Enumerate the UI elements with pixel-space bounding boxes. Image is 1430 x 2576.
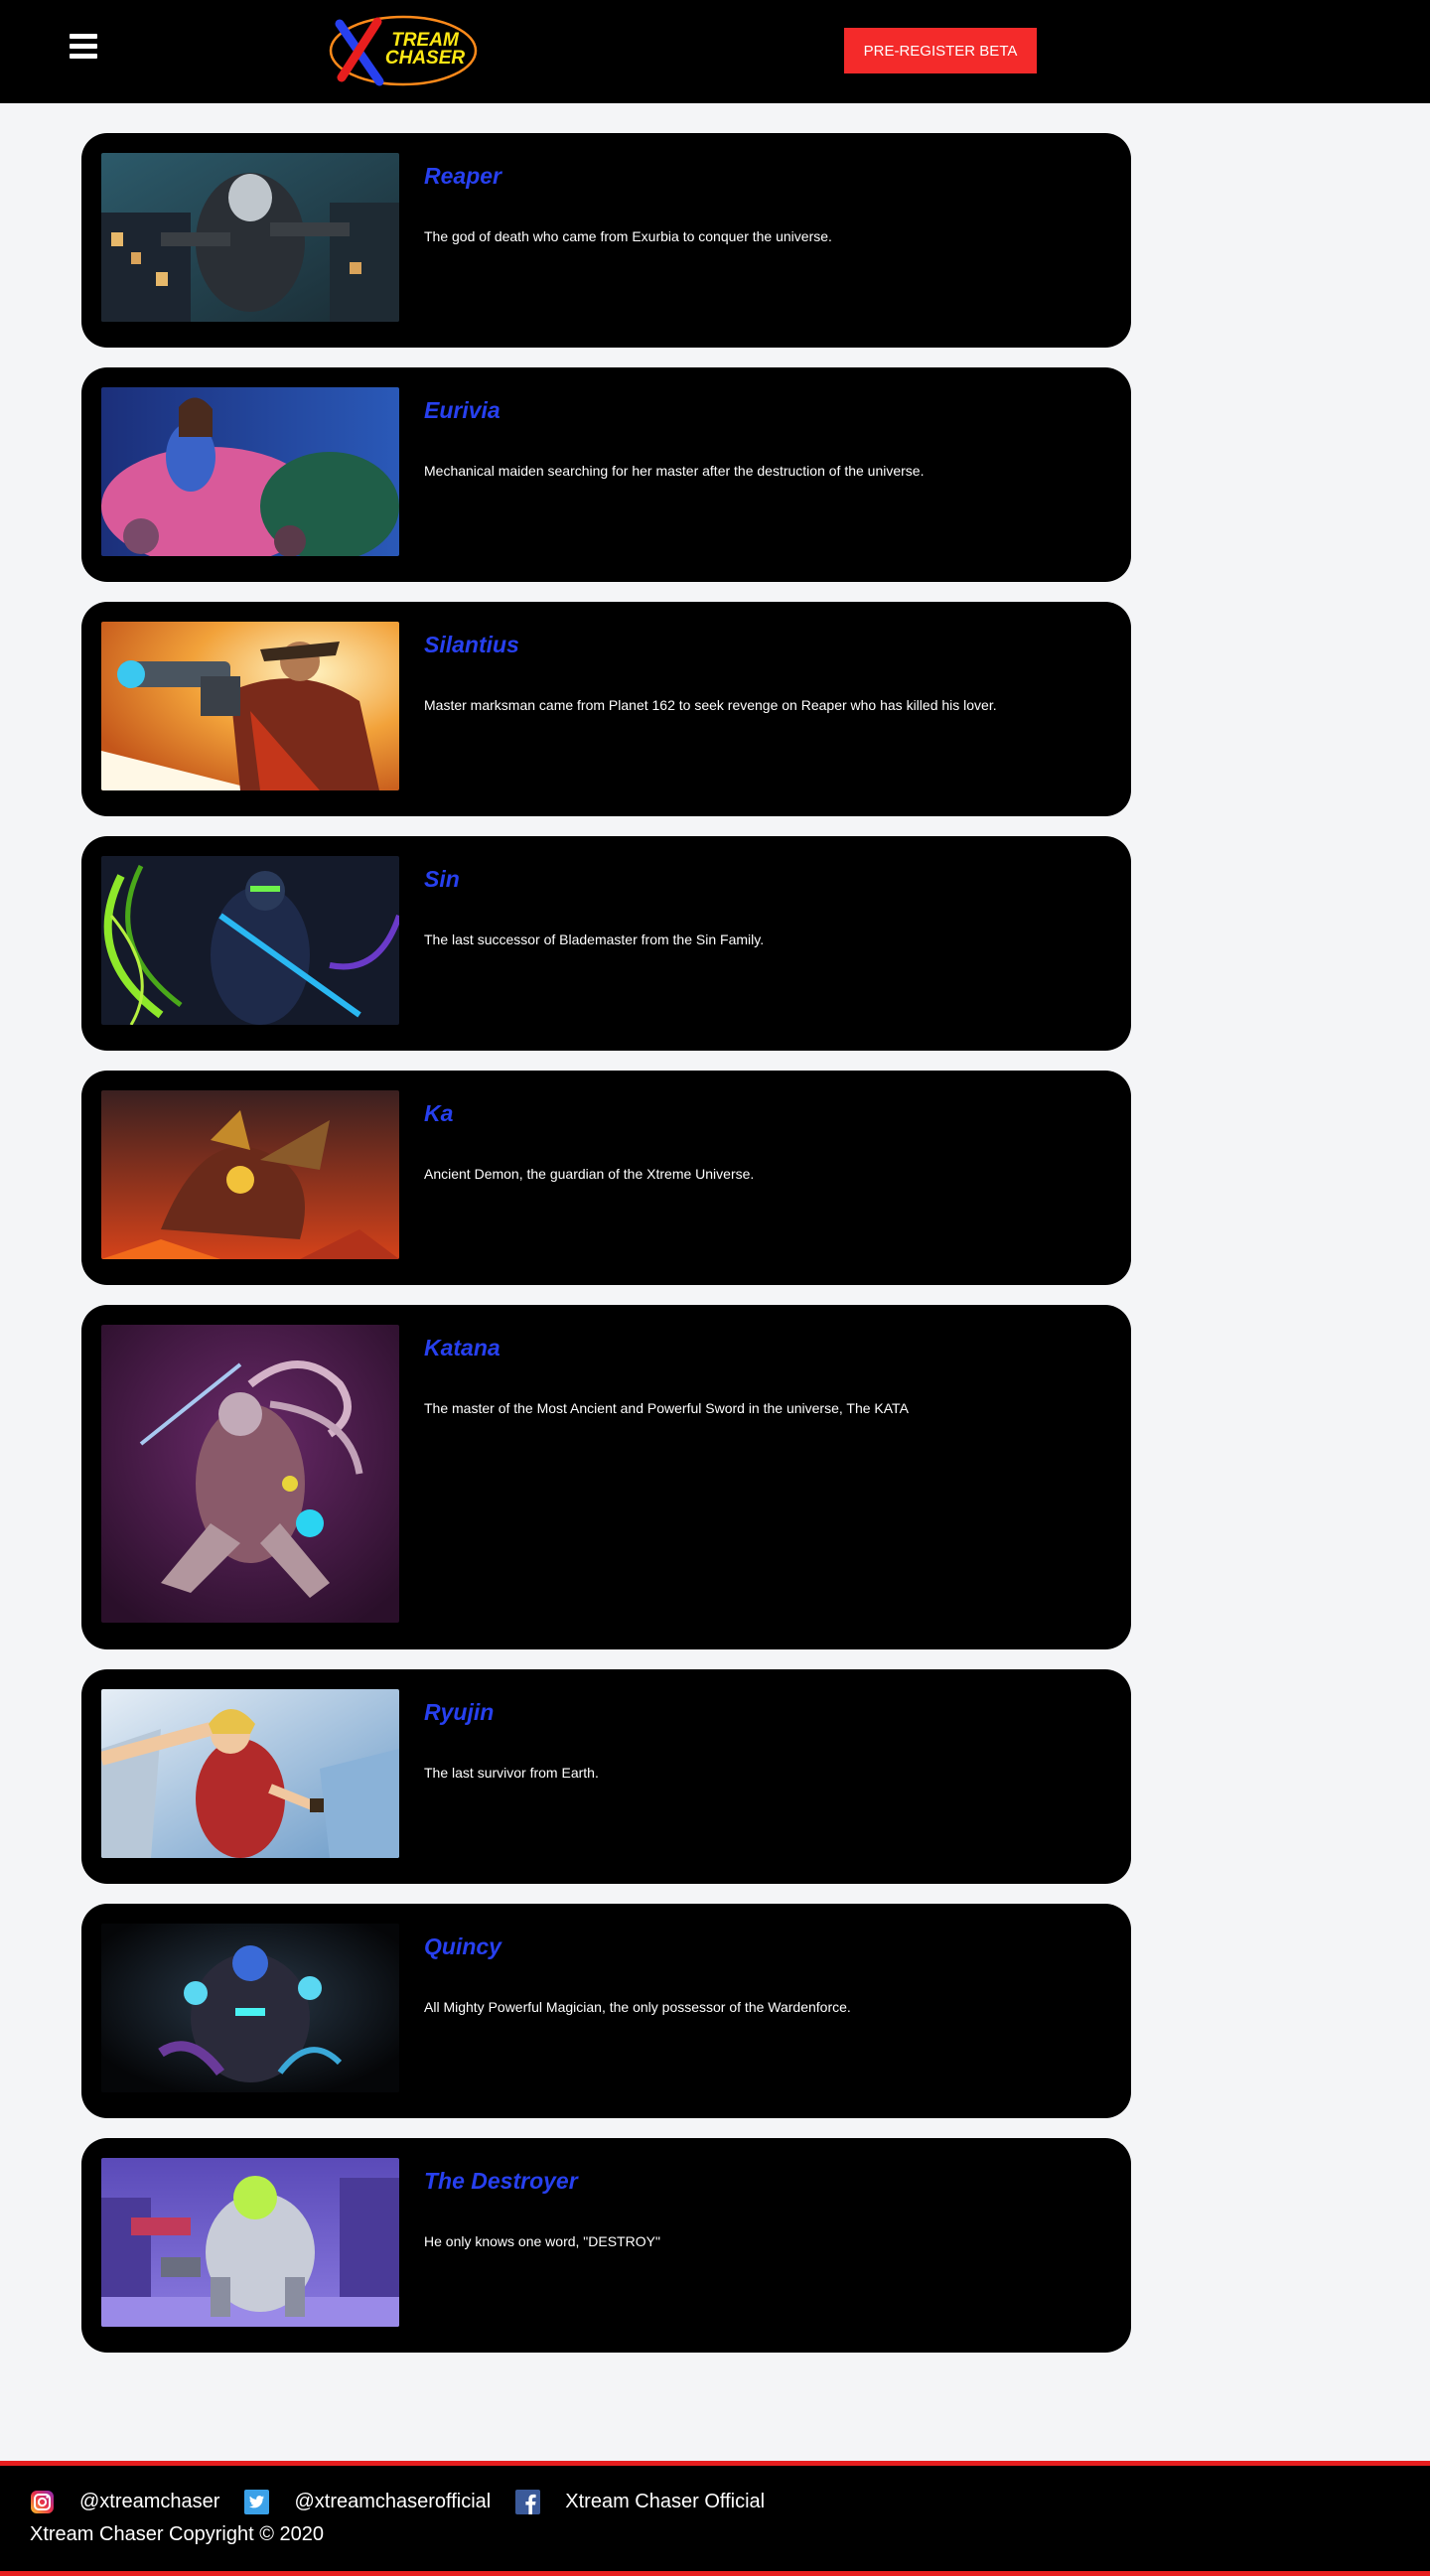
character-card-eurivia: Eurivia Mechanical maiden searching for …	[81, 367, 1131, 582]
character-name: Katana	[424, 1335, 500, 1360]
character-name: The Destroyer	[424, 2168, 578, 2194]
character-description: Mechanical maiden searching for her mast…	[424, 463, 925, 479]
character-description: The god of death who came from Exurbia t…	[424, 228, 832, 244]
pre-register-beta-button[interactable]: PRE-REGISTER BETA	[844, 28, 1037, 73]
character-name: Quincy	[424, 1933, 501, 1959]
character-image-sin	[101, 856, 399, 1025]
character-description: He only knows one word, "DESTROY"	[424, 2233, 660, 2249]
facebook-icon[interactable]	[515, 2489, 541, 2514]
character-name: Silantius	[424, 632, 519, 657]
character-name: Eurivia	[424, 397, 500, 423]
character-image-ka	[101, 1090, 399, 1259]
character-card-sin: Sin The last successor of Blademaster fr…	[81, 836, 1131, 1051]
character-description: The last survivor from Earth.	[424, 1765, 599, 1781]
character-image-katana	[101, 1325, 399, 1623]
character-image-eurivia	[101, 387, 399, 556]
instagram-icon[interactable]	[30, 2490, 55, 2514]
instagram-handle-link[interactable]: @xtreamchaser	[79, 2491, 219, 2513]
character-card-reaper: Reaper The god of death who came from Ex…	[81, 133, 1131, 348]
character-description: Master marksman came from Planet 162 to …	[424, 697, 997, 713]
character-card-quincy: Quincy All Mighty Powerful Magician, the…	[81, 1904, 1131, 2118]
character-description: All Mighty Powerful Magician, the only p…	[424, 1999, 851, 2015]
twitter-handle-link[interactable]: @xtreamchaserofficial	[294, 2491, 491, 2513]
hamburger-menu-icon[interactable]	[70, 34, 97, 60]
character-description: The last successor of Blademaster from t…	[424, 931, 765, 947]
character-card-ka: Ka Ancient Demon, the guardian of the Xt…	[81, 1071, 1131, 1285]
character-image-quincy	[101, 1924, 399, 2092]
character-name: Sin	[424, 866, 460, 892]
character-name: Reaper	[424, 163, 501, 189]
social-links: @xtreamchaser @xtreamchaserofficial Xtre…	[30, 2487, 789, 2516]
character-description: Ancient Demon, the guardian of the Xtrem…	[424, 1166, 755, 1182]
character-image-ryujin	[101, 1689, 399, 1858]
twitter-icon[interactable]	[244, 2489, 270, 2514]
facebook-page-link[interactable]: Xtream Chaser Official	[565, 2491, 765, 2513]
xtream-chaser-logo[interactable]: TREAM CHASER	[328, 14, 479, 87]
character-image-reaper	[101, 153, 399, 322]
character-card-the-destroyer: The Destroyer He only knows one word, "D…	[81, 2138, 1131, 2353]
character-card-katana: Katana The master of the Most Ancient an…	[81, 1305, 1131, 1649]
character-card-ryujin: Ryujin The last survivor from Earth.	[81, 1669, 1131, 1884]
character-name: Ka	[424, 1100, 454, 1126]
character-card-silantius: Silantius Master marksman came from Plan…	[81, 602, 1131, 816]
site-header: TREAM CHASER PRE-REGISTER BETA	[0, 0, 1430, 103]
copyright-text: Xtream Chaser Copyright © 2020	[30, 2523, 324, 2545]
character-description: The master of the Most Ancient and Power…	[424, 1400, 909, 1416]
logo-text-line2: CHASER	[384, 48, 466, 69]
character-name: Ryujin	[424, 1699, 495, 1725]
character-image-silantius	[101, 622, 399, 790]
site-footer: @xtreamchaser @xtreamchaserofficial Xtre…	[0, 2461, 1430, 2576]
character-image-the-destroyer	[101, 2158, 399, 2327]
